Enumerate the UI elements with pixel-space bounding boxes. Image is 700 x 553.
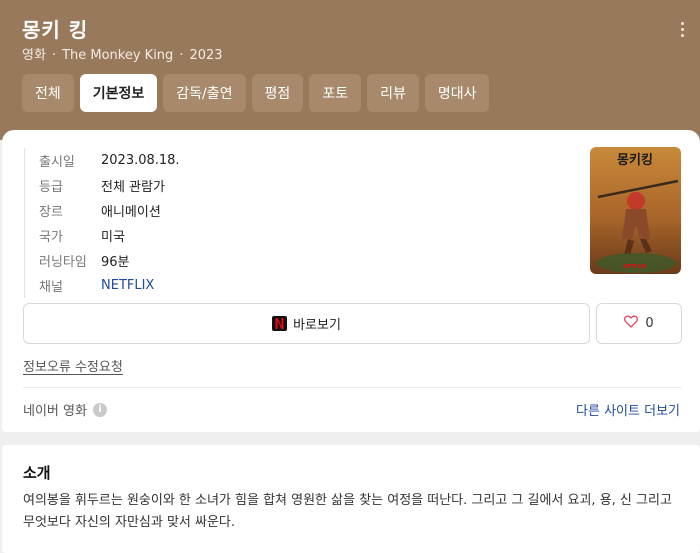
tab-director-cast[interactable]: 감독/출연 <box>163 74 246 112</box>
info-value: 96분 <box>101 255 130 270</box>
info-key: 채널 <box>39 280 63 295</box>
source-name: 네이버 영화 <box>23 404 87 419</box>
info-list: 출시일 2023.08.18. 등급 전체 관람가 장르 애니메이션 국가 미국 러닝타… <box>24 148 180 298</box>
info-row-runtime: 러닝타임 96분 <box>39 248 180 273</box>
info-key: 등급 <box>39 180 63 195</box>
tab-ratings[interactable]: 평점 <box>251 74 304 112</box>
watch-now-button[interactable]: 바로보기 <box>23 303 590 344</box>
info-value: 2023.08.18. <box>101 153 180 168</box>
report-error-link[interactable]: 정보오류 수정요청 <box>23 356 123 375</box>
info-row-genre: 장르 애니메이션 <box>39 198 180 223</box>
divider <box>23 387 682 388</box>
source-label: 네이버 영화 i <box>23 400 107 419</box>
intro-card: 소개 여의봉을 휘두르는 원숭이와 한 소녀가 힘을 합쳐 영원한 삶을 찾는 … <box>2 445 700 553</box>
info-key: 출시일 <box>39 155 75 170</box>
tab-quotes[interactable]: 명대사 <box>424 74 490 112</box>
info-key: 러닝타임 <box>39 255 87 270</box>
meta-type: 영화 <box>22 48 46 63</box>
meta-separator: · <box>51 48 57 63</box>
info-row-release: 출시일 2023.08.18. <box>39 148 180 173</box>
tab-photos[interactable]: 포토 <box>309 74 362 112</box>
info-icon[interactable]: i <box>92 402 107 417</box>
like-count: 0 <box>645 316 654 331</box>
movie-meta: 영화 · The Monkey King · 2023 <box>22 44 223 63</box>
info-value: 애니메이션 <box>101 205 161 220</box>
info-key: 장르 <box>39 205 63 220</box>
poster-title: 몽키킹 <box>617 153 653 168</box>
info-key: 국가 <box>39 230 63 245</box>
movie-header: 몽키 킹 영화 · The Monkey King · 2023 전체 기본정보 감독/… <box>0 0 700 140</box>
netflix-icon <box>272 316 288 331</box>
basic-info-card: 출시일 2023.08.18. 등급 전체 관람가 장르 애니메이션 국가 미국 러닝타… <box>2 130 700 432</box>
meta-separator: · <box>179 48 184 63</box>
meta-year: 2023 <box>189 48 223 63</box>
tab-all[interactable]: 전체 <box>22 74 74 112</box>
heart-icon <box>624 315 639 332</box>
more-vertical-icon[interactable] <box>680 22 686 38</box>
like-button[interactable]: 0 <box>596 303 682 344</box>
info-value: 미국 <box>101 230 125 245</box>
movie-poster[interactable]: 몽키킹 NETFLIX <box>590 147 681 274</box>
meta-original-title: The Monkey King <box>62 48 174 63</box>
tab-reviews[interactable]: 리뷰 <box>367 74 419 112</box>
intro-heading: 소개 <box>23 464 51 482</box>
tab-basic-info[interactable]: 기본정보 <box>79 74 158 112</box>
movie-title: 몽키 킹 <box>22 18 89 42</box>
info-row-country: 국가 미국 <box>39 223 180 248</box>
info-row-channel: 채널 NETFLIX <box>39 273 180 298</box>
intro-text: 여의봉을 휘두르는 원숭이와 한 소녀가 힘을 합쳐 영원한 삶을 찾는 여정을… <box>23 493 672 530</box>
info-value: 전체 관람가 <box>101 180 165 195</box>
other-sites-link[interactable]: 다른 사이트 더보기 <box>576 400 680 419</box>
channel-link[interactable]: NETFLIX <box>101 278 154 293</box>
info-row-rating: 등급 전체 관람가 <box>39 173 180 198</box>
watch-now-label: 바로보기 <box>293 318 341 333</box>
poster-badge: NETFLIX <box>623 264 646 270</box>
tab-bar: 전체 기본정보 감독/출연 평점 포토 리뷰 명대사 <box>22 74 490 112</box>
